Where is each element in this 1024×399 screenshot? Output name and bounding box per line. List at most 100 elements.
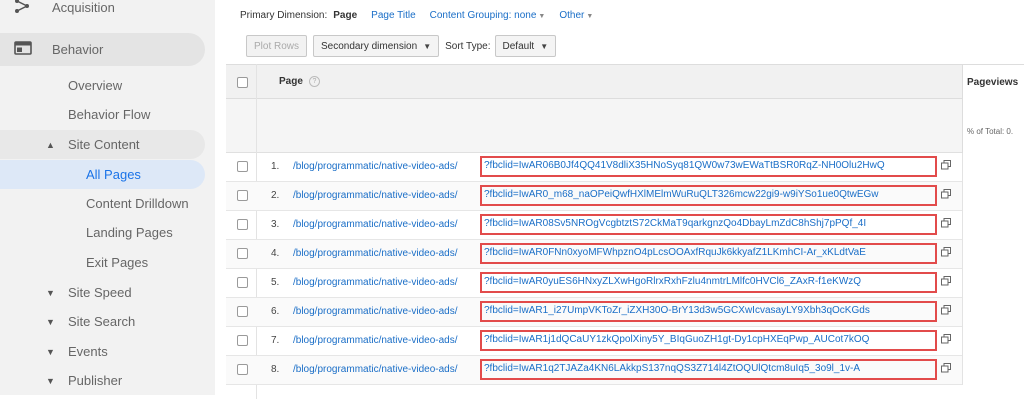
open-page-icon[interactable] (941, 363, 951, 376)
sidebar-item-all-pages[interactable]: All Pages (0, 160, 205, 189)
secondary-dimension-label: Secondary dimension (321, 40, 418, 52)
sidebar-item-acquisition[interactable]: Acquisition (0, 0, 205, 23)
help-icon[interactable]: ? (308, 76, 320, 87)
row-checkbox[interactable] (237, 364, 248, 375)
sidebar-item-site-speed[interactable]: ▼ Site Speed (0, 278, 205, 307)
behavior-icon (14, 41, 32, 58)
row-checkbox[interactable] (237, 335, 248, 346)
page-path-link[interactable]: /blog/programmatic/native-video-ads/ (293, 335, 458, 346)
pageviews-cell (962, 269, 1024, 298)
row-checkbox[interactable] (237, 306, 248, 317)
column-header-pageviews[interactable]: Pageviews % of Total: 0. (962, 64, 1024, 153)
query-string-highlight[interactable]: ?fbclid=IwAR0yuES6HNxyZLXwHgoRlrxRxhFzlu… (480, 272, 937, 293)
page-path-link[interactable]: /blog/programmatic/native-video-ads/ (293, 277, 458, 288)
row-number: 3. (271, 219, 280, 230)
row-checkbox[interactable] (237, 277, 248, 288)
open-page-icon[interactable] (941, 276, 951, 289)
query-string-highlight[interactable]: ?fbclid=IwAR06B0Jf4QQ41V8dliX35HNoSyq81Q… (480, 156, 937, 177)
page-path-link[interactable]: /blog/programmatic/native-video-ads/ (293, 161, 458, 172)
content-grouping-label: Content Grouping: none (429, 10, 537, 21)
column-header-page[interactable]: Page? (279, 76, 320, 87)
page-path-link[interactable]: /blog/programmatic/native-video-ads/ (293, 248, 458, 259)
open-page-icon[interactable] (941, 247, 951, 260)
total-row (226, 99, 962, 153)
query-string-highlight[interactable]: ?fbclid=IwAR0_m68_naOPeiQwfHXlMElmWuRuQL… (480, 185, 937, 206)
table-row[interactable]: 4. /blog/programmatic/native-video-ads/ … (226, 240, 1024, 269)
page-path-link[interactable]: /blog/programmatic/native-video-ads/ (293, 190, 458, 201)
table-row[interactable]: 3. /blog/programmatic/native-video-ads/ … (226, 211, 1024, 240)
percent-of-total: % of Total: 0. (967, 127, 1014, 136)
plot-rows-button[interactable]: Plot Rows (246, 35, 308, 57)
column-header-label: Page (279, 76, 303, 88)
table-row[interactable]: 6. /blog/programmatic/native-video-ads/ … (226, 298, 1024, 327)
sidebar-item-label: Events (68, 344, 108, 359)
pageviews-cell (962, 153, 1024, 182)
sidebar-item-content-drilldown[interactable]: Content Drilldown (0, 189, 205, 218)
query-string-highlight[interactable]: ?fbclid=IwAR0FNn0xyoMFWhpznO4pLcsOOAxfRq… (480, 243, 937, 264)
pageviews-cell (962, 327, 1024, 356)
open-page-icon[interactable] (941, 160, 951, 173)
caret-down-icon: ▼ (46, 287, 55, 298)
sidebar-item-exit-pages[interactable]: Exit Pages (0, 248, 205, 277)
sidebar-item-publisher[interactable]: ▼ Publisher (0, 366, 205, 395)
dimension-other[interactable]: Other ▼ (559, 10, 593, 21)
query-string-highlight[interactable]: ?fbclid=IwAR08Sv5NROgVcgbtztS72CkMaT9qar… (480, 214, 937, 235)
sidebar-item-behavior[interactable]: Behavior (0, 33, 205, 66)
row-checkbox[interactable] (237, 190, 248, 201)
table-row[interactable]: 5. /blog/programmatic/native-video-ads/ … (226, 269, 1024, 298)
pageviews-cell (962, 211, 1024, 240)
pageviews-cell (962, 356, 1024, 385)
sort-type-label: Sort Type: (445, 40, 491, 52)
sidebar-item-label: Exit Pages (86, 255, 149, 270)
table-header: Page? (226, 64, 1024, 99)
sidebar-item-label: Acquisition (52, 0, 115, 15)
acquisition-icon (14, 0, 30, 17)
page-path-link[interactable]: /blog/programmatic/native-video-ads/ (293, 219, 458, 230)
sidebar-item-events[interactable]: ▼ Events (0, 337, 205, 366)
select-all-checkbox[interactable] (237, 77, 248, 88)
open-page-icon[interactable] (941, 305, 951, 318)
page-path-link[interactable]: /blog/programmatic/native-video-ads/ (293, 364, 458, 375)
row-checkbox[interactable] (237, 248, 248, 259)
table-row[interactable]: 7. /blog/programmatic/native-video-ads/ … (226, 327, 1024, 356)
secondary-dimension-button[interactable]: Secondary dimension ▼ (313, 35, 440, 57)
row-checkbox[interactable] (237, 219, 248, 230)
query-string-highlight[interactable]: ?fbclid=IwAR1j1dQCaUY1zkQpolXiny5Y_BIqGu… (480, 330, 937, 351)
main-content: Primary Dimension: Page Page Title Conte… (226, 0, 1024, 399)
sidebar-item-landing-pages[interactable]: Landing Pages (0, 218, 205, 247)
sidebar-item-label: Behavior Flow (68, 107, 151, 122)
sidebar-item-site-content[interactable]: ▲ Site Content (0, 130, 205, 159)
row-checkbox[interactable] (237, 161, 248, 172)
pageviews-cell (962, 298, 1024, 327)
sort-type-value: Default (502, 40, 535, 52)
open-page-icon[interactable] (941, 334, 951, 347)
sidebar-item-overview[interactable]: Overview (0, 71, 205, 100)
row-number: 5. (271, 277, 280, 288)
page-path-link[interactable]: /blog/programmatic/native-video-ads/ (293, 306, 458, 317)
sidebar-item-label: Overview (68, 78, 123, 93)
dimension-content-grouping[interactable]: Content Grouping: none ▼ (430, 10, 546, 21)
row-number: 1. (271, 161, 280, 172)
table-row[interactable]: 8. /blog/programmatic/native-video-ads/ … (226, 356, 1024, 385)
row-number: 4. (271, 248, 280, 259)
sidebar-item-label: Site Search (68, 314, 136, 329)
table-row[interactable]: 2. /blog/programmatic/native-video-ads/ … (226, 182, 1024, 211)
open-page-icon[interactable] (941, 218, 951, 231)
dimension-page-title[interactable]: Page Title (371, 10, 415, 21)
other-label: Other (559, 10, 585, 21)
pageviews-cell (962, 240, 1024, 269)
sidebar-item-label: Site Speed (68, 285, 132, 300)
sidebar-item-site-search[interactable]: ▼ Site Search (0, 307, 205, 336)
sort-type-select[interactable]: Default ▼ (494, 35, 557, 57)
query-string-highlight[interactable]: ?fbclid=IwAR1_i27UmpVKToZr_iZXH30O-BrY13… (480, 301, 937, 322)
sidebar-item-label: Landing Pages (86, 225, 173, 240)
sidebar-item-label: Behavior (52, 42, 104, 57)
query-string-highlight[interactable]: ?fbclid=IwAR1q2TJAZa4KN6LAkkpS137nqQS3Z7… (480, 359, 937, 380)
table-toolbar: Plot Rows Secondary dimension ▼ Sort Typ… (246, 34, 557, 58)
sidebar-item-behavior-flow[interactable]: Behavior Flow (0, 100, 205, 129)
caret-down-icon: ▼ (46, 346, 55, 357)
open-page-icon[interactable] (941, 189, 951, 202)
caret-down-icon: ▼ (423, 41, 432, 51)
chevron-down-icon: ▼ (538, 13, 546, 20)
table-row[interactable]: 1. /blog/programmatic/native-video-ads/ … (226, 153, 1024, 182)
